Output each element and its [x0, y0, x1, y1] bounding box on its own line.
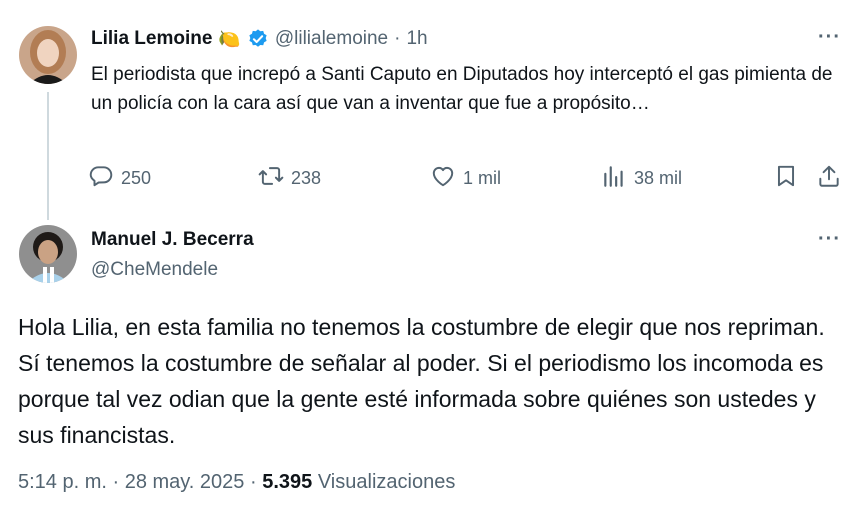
thread-line: [47, 92, 49, 220]
tweet-text: Hola Lilia, en esta familia no tenemos l…: [18, 314, 825, 448]
bookmark-icon[interactable]: [773, 163, 799, 189]
retweet-icon: [258, 163, 284, 194]
author-handle[interactable]: @lilialemoine: [275, 28, 388, 50]
emoji: 🍋: [218, 28, 241, 49]
like-count: 1 mil: [463, 168, 502, 188]
author-handle[interactable]: @CheMendele: [91, 259, 218, 281]
retweet-button[interactable]: 238: [258, 163, 321, 194]
views-label: Visualizaciones: [317, 471, 456, 493]
tweet-time[interactable]: 1h: [406, 28, 427, 50]
views-icon: [601, 163, 627, 194]
reply-button[interactable]: 250: [88, 163, 151, 194]
views-button[interactable]: 38 mil: [601, 163, 682, 194]
tweet-text: El periodista que increpó a Santi Caputo…: [91, 64, 833, 114]
verified-icon: [247, 28, 269, 50]
views-count: 5.395: [262, 471, 313, 493]
tweet-meta: 5:14 p. m. · 28 may. 2025 · 5.395 Visual…: [18, 471, 455, 494]
avatar[interactable]: [19, 225, 77, 283]
retweet-count: 238: [291, 168, 322, 188]
separator: ·: [394, 28, 401, 49]
avatar[interactable]: [19, 26, 77, 84]
share-icon[interactable]: [816, 163, 842, 189]
more-icon[interactable]: ···: [818, 228, 841, 251]
views-count: 38 mil: [634, 168, 683, 188]
reply-count: 250: [121, 168, 152, 188]
like-button[interactable]: 1 mil: [430, 163, 501, 194]
tweet-header: Lilia Lemoine 🍋 @lilialemoine · 1h: [91, 28, 428, 50]
like-icon: [430, 163, 456, 194]
more-icon[interactable]: ···: [818, 26, 841, 49]
author-name[interactable]: Manuel J. Becerra: [91, 229, 254, 251]
reply-icon: [88, 163, 114, 194]
author-name[interactable]: Lilia Lemoine: [91, 28, 212, 50]
action-bar: 250 238 1 mil 38 mil: [88, 163, 848, 193]
tweet-timestamp[interactable]: 5:14 p. m. · 28 may. 2025 ·: [18, 471, 257, 493]
